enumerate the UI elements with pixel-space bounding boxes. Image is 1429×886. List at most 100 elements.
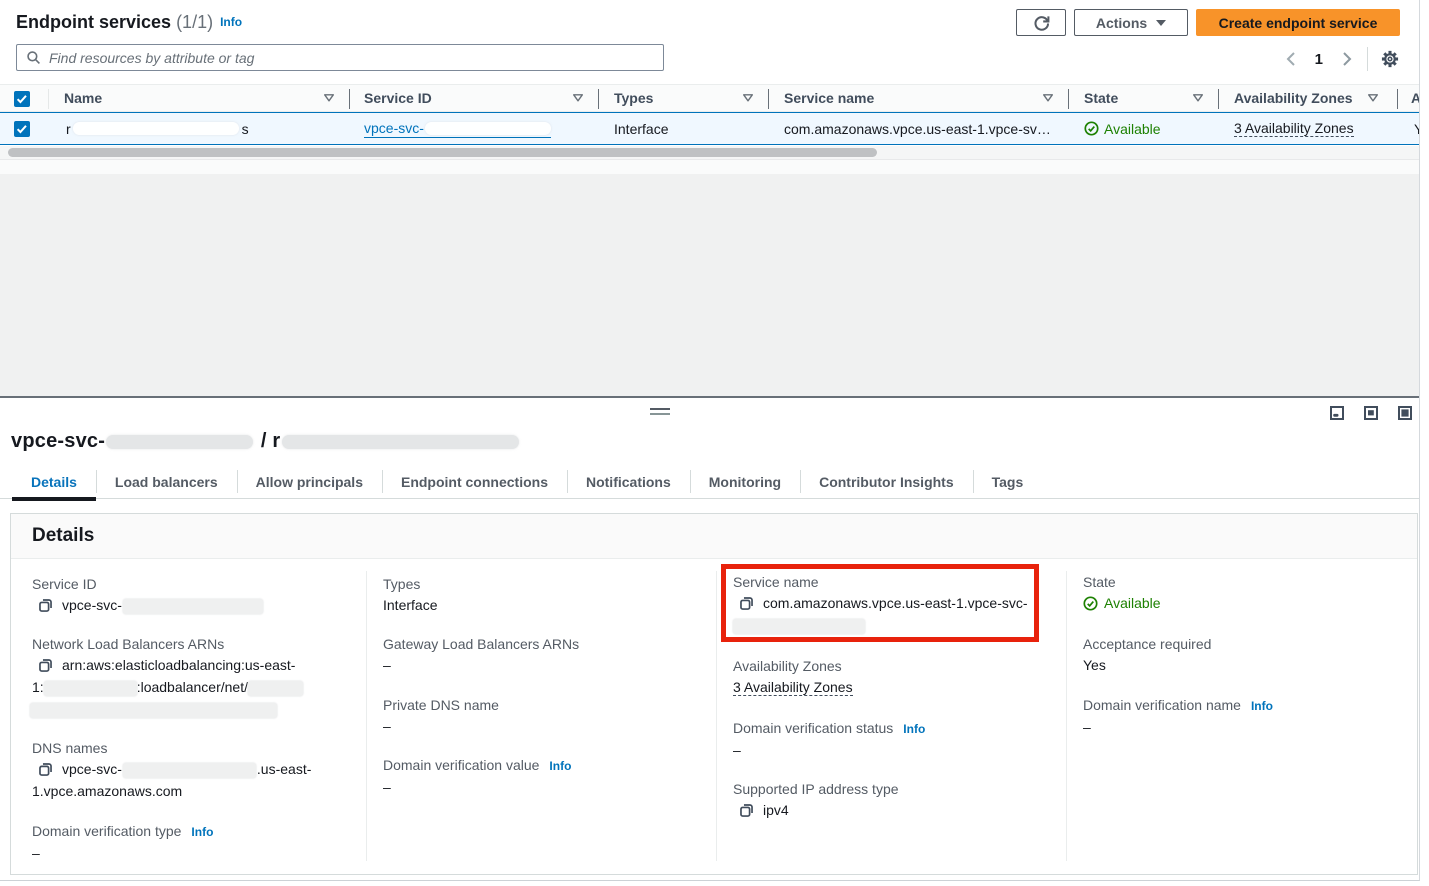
sort-icon-name[interactable] [323,85,335,111]
dns-line2: 1.vpce.amazonaws.com [32,780,311,802]
column-header-state[interactable]: State [1084,85,1118,111]
value-row: arn:aws:elasticloadbalancing:us-east- [32,654,303,676]
actions-button-label: Actions [1096,15,1147,31]
arn-fragment: 1: [32,679,44,695]
tab-endpoint-connections[interactable]: Endpoint connections [382,465,567,498]
panel-size-half-button[interactable] [1364,406,1378,420]
split-panel-title: vpce-svc- / r [11,430,519,453]
gear-icon [1381,50,1399,68]
tab-monitoring[interactable]: Monitoring [690,465,800,498]
info-link[interactable]: Info [191,825,213,839]
sort-icon-state[interactable] [1192,85,1204,111]
search-input[interactable] [49,50,609,66]
select-all-checkbox[interactable] [14,91,30,107]
panel-position-bottom-button[interactable] [1330,406,1344,420]
value-row: vpce-svc- [32,594,263,616]
panel-full-icon [1398,406,1412,420]
search-box[interactable] [16,44,664,71]
field-domain-verification-status: Domain verification statusInfo – [733,718,925,761]
redaction [106,435,253,449]
dns-line1: vpce-svc-.us-east- [62,758,311,780]
endpoint-services-card: Endpoint services(1/1) Info Actions Creat… [0,0,1420,160]
table-header-row: Name Service ID Types [0,84,1420,112]
sort-icon-service-id[interactable] [572,85,584,111]
horizontal-scrollbar [0,146,1420,160]
page-number[interactable]: 1 [1303,51,1335,68]
copy-icon[interactable] [38,658,53,673]
column-header-name[interactable]: Name [64,85,102,111]
field-label-text: Domain verification status [733,720,893,736]
service-id-link[interactable]: vpce-svc- [364,119,551,138]
chevron-left-icon [1285,51,1297,67]
toolbar-row: 1 [16,44,1420,71]
field-state: State Available [1083,572,1161,614]
field-dns-names: DNS names vpce-svc-.us-east- 1.vpce.amaz… [32,738,311,802]
value-row: ipv4 [733,799,899,821]
field-service-name: Service name com.amazonaws.vpce.us-east-… [733,572,1028,636]
redaction [73,122,239,135]
info-link[interactable]: Info [903,722,925,736]
copy-icon[interactable] [739,803,754,818]
resource-counter: (1/1) [171,12,213,32]
sort-icon-types[interactable] [742,85,754,111]
card-title-row: Endpoint services(1/1) Info Actions Creat… [16,9,1400,37]
tab-details[interactable]: Details [12,465,96,498]
status-available-icon [1084,121,1099,136]
tab-allow-principals[interactable]: Allow principals [237,465,382,498]
field-supported-ip-address-type: Supported IP address type ipv4 [733,779,899,821]
sort-icon-service-name[interactable] [1042,85,1054,111]
tab-load-balancers[interactable]: Load balancers [96,465,237,498]
info-link[interactable]: Info [1251,699,1273,713]
toolbar-divider [1367,47,1368,71]
copy-icon[interactable] [38,762,53,777]
table-row[interactable]: r s vpce-svc- Interface com.amazonaws.vp… [0,112,1420,145]
endpoint-services-table: Name Service ID Types [0,84,1420,145]
info-link[interactable]: Info [220,15,242,29]
tab-notifications[interactable]: Notifications [567,465,690,498]
redaction [44,681,137,696]
redaction [425,122,551,135]
page-background [0,174,1420,396]
tabs: Details Load balancers Allow principals … [12,465,1042,498]
split-panel-drag-handle[interactable] [650,408,670,415]
service-name-line2 [733,614,1028,636]
field-label-text: Domain verification value [383,757,539,773]
next-page-button[interactable] [1335,48,1359,70]
column-header-availability-zones[interactable]: Availability Zones [1234,85,1353,111]
row-checkbox[interactable] [14,121,30,137]
horizontal-scrollbar-thumb[interactable] [8,148,877,157]
refresh-button[interactable] [1016,9,1066,36]
column-header-types[interactable]: Types [614,85,653,111]
redaction [123,763,256,778]
service-id-prefix: vpce-svc- [62,597,122,613]
field-domain-verification-type: Domain verification typeInfo – [32,821,213,864]
column-header-clipped[interactable]: A [1411,85,1420,111]
previous-page-button[interactable] [1279,48,1303,70]
preferences-button[interactable] [1376,47,1404,71]
create-endpoint-service-button[interactable]: Create endpoint service [1196,9,1400,36]
field-domain-verification-value: Domain verification valueInfo – [383,755,571,798]
availability-zones-link[interactable]: 3 Availability Zones [1234,120,1354,137]
copy-icon[interactable] [38,598,53,613]
column-header-service-id[interactable]: Service ID [364,85,432,111]
cell-service-name: com.amazonaws.vpce.us-east-1.vpce-sv… [784,113,1051,144]
field-acceptance-required: Acceptance required Yes [1083,634,1211,676]
info-link[interactable]: Info [549,759,571,773]
actions-button[interactable]: Actions [1074,9,1188,36]
page-title-text: Endpoint services [16,12,171,32]
panel-size-full-button[interactable] [1398,406,1412,420]
value-row: vpce-svc-.us-east- [32,758,311,780]
column-separator [598,89,599,109]
cell-state: Available [1084,113,1161,144]
column-header-service-name[interactable]: Service name [784,85,874,111]
copy-icon[interactable] [739,596,754,611]
availability-zones-link[interactable]: 3 Availability Zones [733,679,853,696]
tab-contributor-insights[interactable]: Contributor Insights [800,465,973,498]
refresh-icon [1033,14,1050,31]
arn-line2: 1::loadbalancer/net/ [32,676,303,698]
tab-tags[interactable]: Tags [973,465,1043,498]
cell-service-id: vpce-svc- [364,113,551,144]
sort-icon-availability-zones[interactable] [1367,85,1379,111]
service-id-value: vpce-svc- [62,594,263,616]
column-separator [1068,89,1069,109]
